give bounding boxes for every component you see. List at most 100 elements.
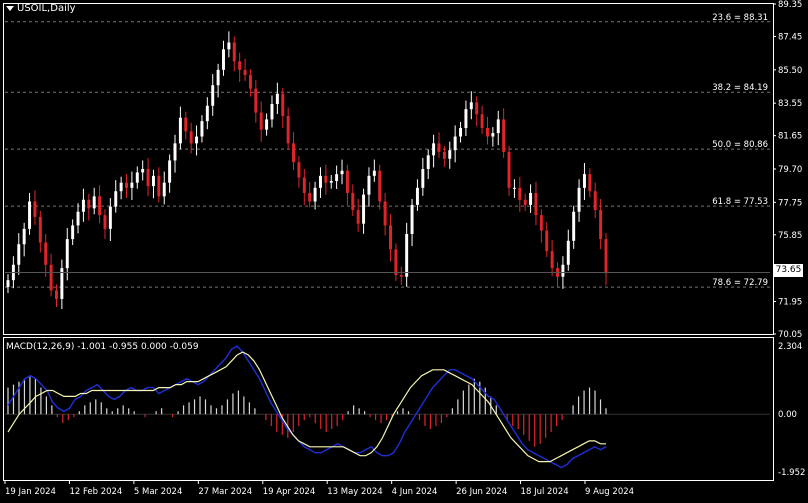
candle-body [582,174,586,188]
candle-body [534,192,538,216]
candle-body [421,169,425,188]
candle-body [324,175,328,183]
candle-body [211,85,215,106]
candle-body [432,143,436,156]
price-axis-label: 89.35 [778,0,802,10]
candle-body [205,105,209,122]
candle-body [135,172,139,183]
candle-body [415,187,419,205]
candle-body [168,160,172,183]
candle-body [442,151,446,159]
candle-body [286,115,290,144]
symbol-text: USOIL,Daily [17,3,76,14]
candle-body [475,102,479,115]
date-axis-label: 19 Jan 2024 [5,487,56,497]
candle-body [254,88,258,113]
candle-body [125,182,129,188]
fib-label: 61.8 = 77.53 [712,197,768,207]
signal-line [7,351,606,463]
candle-body [539,215,543,231]
candle-body [410,204,414,234]
date-axis-label: 18 Jul 2024 [521,487,569,497]
candle-body [114,191,118,207]
candle-body [588,174,592,192]
candle-body [275,93,279,105]
candle-body [38,216,42,243]
candle-body [345,170,349,193]
candle-body [222,49,225,70]
candle-body [92,196,96,209]
fib-levels: 23.6 = 88.31 38.2 = 84.19 50.0 = 80.86 61.8… [5,13,770,288]
candle-body [292,143,296,163]
symbol-title[interactable]: USOIL,Daily [6,3,76,14]
candle-body [162,182,166,197]
candle-body [232,42,236,62]
candle-body [453,136,457,151]
candle-body [383,201,387,226]
candle-body [372,170,376,176]
price-axis-label: 70.05 [778,330,802,340]
candles [5,31,770,310]
candle-body [22,228,26,245]
price-axis-label: 85.50 [778,66,802,76]
candle-body [189,131,193,144]
candle-body [318,175,322,188]
macd-axis-label: 0.00 [778,410,797,420]
candle-body [281,93,285,116]
chart-canvas[interactable]: 23.6 = 88.31 38.2 = 84.19 50.0 = 80.86 61.8… [0,0,808,499]
candle-body [550,251,554,269]
candle-body [566,240,570,265]
chart-window[interactable]: 23.6 = 88.31 38.2 = 84.19 50.0 = 80.86 61.8… [0,0,808,499]
candle-body [469,102,473,110]
macd-line [7,345,607,469]
dropdown-triangle-icon[interactable] [6,6,14,11]
candle-body [394,249,398,276]
date-axis-label: 27 Mar 2024 [198,487,252,497]
candle-body [195,136,199,144]
candle-body [216,69,220,86]
date-axis-label: 13 May 2024 [327,487,382,497]
price-axis-label: 79.70 [778,165,802,175]
price-axis-label: 77.75 [778,198,802,208]
candle-body [65,239,69,269]
candle-body [599,210,603,240]
candle-body [141,169,145,173]
macd-axis-label: 2.304 [778,342,802,352]
candle-body [485,127,489,137]
candle-body [507,151,511,188]
candle-body [512,187,516,189]
date-axis-label: 12 Feb 2024 [69,487,122,497]
price-axis-label: 75.85 [778,231,802,241]
candle-body [227,42,231,50]
candle-body [17,244,21,265]
fib-label: 23.6 = 88.31 [712,13,768,23]
candle-body [178,117,182,144]
candle-body [518,187,522,200]
candle-body [173,143,177,161]
candle-body [270,104,274,120]
candle-body [351,192,355,211]
candle-body [200,121,204,137]
candle-body [146,169,150,187]
candle-body [464,109,468,128]
candle-body [459,127,463,137]
candle-body [340,170,344,175]
candle-body [238,61,242,70]
candle-body [329,180,333,183]
candle-body [437,143,441,152]
candle-body [356,210,360,224]
price-panel-frame [3,3,774,335]
candle-body [6,280,10,287]
candle-body [55,290,58,299]
candle-body [545,230,549,252]
candle-body [491,133,495,137]
candle-body [378,170,382,202]
candle-body [502,119,506,152]
candle-body [496,119,500,134]
candle-body [297,162,301,178]
candle-body [87,199,91,209]
candle-body [604,239,608,274]
macd-indicator [5,345,770,469]
candle-body [76,211,80,226]
fib-label: 50.0 = 80.86 [712,140,768,150]
